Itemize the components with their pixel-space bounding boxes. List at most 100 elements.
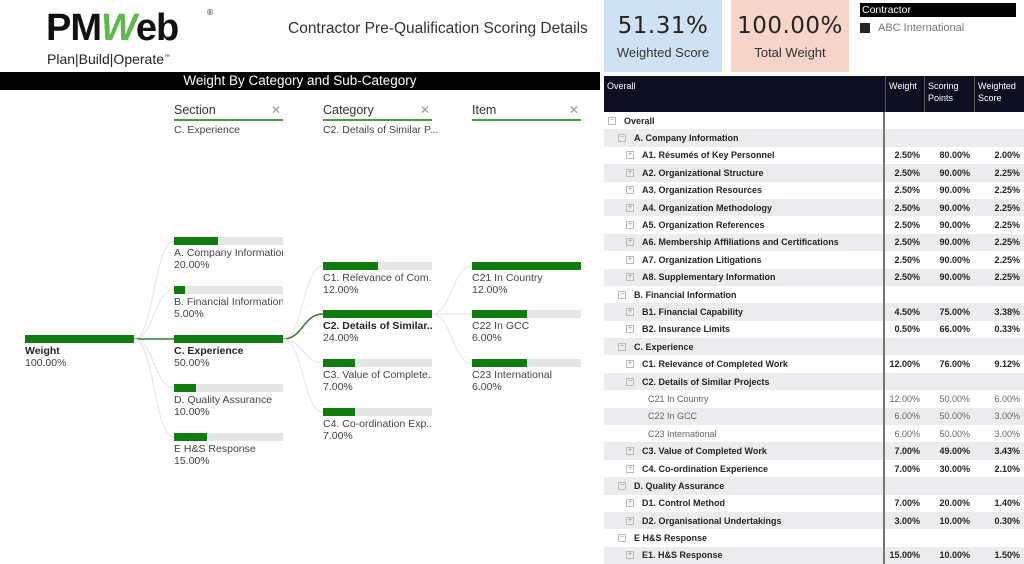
table-row[interactable]: + A7. Organization Litigations 2.50% 90.00%…	[604, 251, 1024, 269]
expand-icon[interactable]: +	[626, 464, 634, 473]
tree-node[interactable]: A. Company Information 20.00%	[174, 237, 283, 271]
scoring-points-cell: 90.00%	[939, 167, 970, 178]
col-header-weight[interactable]: Weight	[885, 76, 924, 112]
table-row[interactable]: + A2. Organizational Structure 2.50% 90.00%…	[604, 164, 1024, 182]
weighted-score-cell: 0.33%	[994, 324, 1020, 335]
tree-node[interactable]: C23 International 6.00%	[472, 359, 581, 393]
table-row[interactable]: + A5. Organization References 2.50% 90.00% 2…	[604, 216, 1024, 234]
expand-icon[interactable]: +	[626, 203, 634, 212]
tree-node-bar	[174, 286, 283, 294]
weighted-score-cell: 3.00%	[994, 411, 1020, 422]
table-row[interactable]: − A. Company Information	[604, 129, 1024, 147]
collapse-icon[interactable]: −	[618, 134, 626, 143]
collapse-icon[interactable]: −	[618, 534, 626, 543]
tree-node-bar	[25, 335, 134, 343]
close-icon[interactable]: ✕	[569, 103, 579, 117]
connector	[133, 289, 175, 340]
table-row[interactable]: + B1. Financial Capability 4.50% 75.00% 3.38…	[604, 303, 1024, 321]
tree-node-label: D. Quality Assurance	[174, 394, 273, 406]
tree-node[interactable]: C1. Relevance of Com... 12.00%	[323, 262, 432, 296]
row-label-cell: + A4. Organization Methodology	[604, 198, 885, 217]
table-row[interactable]: + A8. Supplementary Information 2.50% 90.00…	[604, 268, 1024, 286]
table-row[interactable]: − C. Experience	[604, 338, 1024, 356]
table-row[interactable]: − C2. Details of Similar Projects	[604, 372, 1024, 391]
tree-node[interactable]: B. Financial Information 5.00%	[174, 286, 283, 320]
close-icon[interactable]: ✕	[271, 103, 281, 117]
tree-node[interactable]: E H&S Response 15.00%	[174, 433, 283, 467]
expand-icon[interactable]: +	[626, 168, 634, 177]
tree-node[interactable]: Weight 100.00%	[25, 335, 134, 369]
col-header-scoring-points[interactable]: Scoring Points	[924, 76, 974, 112]
expand-icon[interactable]: +	[626, 325, 634, 334]
table-row[interactable]: + B2. Insurance Limits 0.50% 66.00% 0.33%	[604, 320, 1024, 339]
table-row[interactable]: − Overall	[604, 112, 1024, 130]
weighted-score-cell: 1.40%	[994, 498, 1020, 509]
weight-cell: 6.00%	[894, 428, 920, 439]
tree-node[interactable]: C3. Value of Complete... 7.00%	[323, 359, 432, 393]
tree-node[interactable]: C2. Details of Similar... 24.00%	[323, 310, 432, 344]
tree-node-value: 20.00%	[174, 259, 210, 271]
table-row[interactable]: + A1. Résumés of Key Personnel 2.50% 80.00%…	[604, 146, 1024, 165]
table-row[interactable]: + A6. Membership Affiliations and Certifi…	[604, 233, 1024, 252]
expand-icon[interactable]: +	[626, 360, 634, 369]
tree-node[interactable]: C. Experience 50.00%	[174, 335, 283, 369]
collapse-icon[interactable]: −	[618, 290, 626, 299]
weight-cell: 2.50%	[894, 202, 920, 213]
table-row[interactable]: + D1. Control Method 7.00% 20.00% 1.40%	[604, 494, 1024, 512]
weight-cell: 2.50%	[894, 220, 920, 231]
expand-icon[interactable]: +	[626, 221, 634, 230]
expand-icon[interactable]: +	[626, 273, 634, 282]
row-label: C1. Relevance of Completed Work	[642, 359, 788, 370]
table-row[interactable]: − B. Financial Information	[604, 285, 1024, 304]
table-row[interactable]: + C1. Relevance of Completed Work 12.00% 76…	[604, 355, 1024, 373]
slicer-item-abc-international[interactable]: ABC International	[860, 22, 1016, 34]
collapse-icon[interactable]: −	[608, 116, 616, 125]
row-label: A3. Organization Resources	[642, 185, 763, 196]
col-header-overall[interactable]: Overall	[604, 76, 885, 112]
expand-icon[interactable]: +	[626, 447, 634, 456]
tree-node-bar	[323, 310, 432, 318]
table-row[interactable]: + A4. Organization Methodology 2.50% 90.00%…	[604, 198, 1024, 217]
table-row[interactable]: + E1. H&S Response 15.00% 10.00% 1.50%	[604, 546, 1024, 564]
level-header-item[interactable]: Item ✕	[472, 103, 581, 121]
table-row[interactable]: C21 In Country 12.00% 50.00% 6.00%	[604, 390, 1024, 408]
tree-node[interactable]: C22 In GCC 6.00%	[472, 310, 581, 344]
tree-node-value: 10.00%	[174, 406, 210, 418]
table-row[interactable]: + A3. Organization Resources 2.50% 90.00% 2.…	[604, 181, 1024, 199]
tree-node-bar-fill	[174, 433, 207, 441]
table-row[interactable]: + C4. Co-ordination Experience 7.00% 30.00%…	[604, 459, 1024, 478]
level-header-category[interactable]: Category ✕	[323, 103, 432, 121]
col-header-weighted-score[interactable]: Weighted Score	[974, 76, 1024, 112]
table-row[interactable]: + C3. Value of Completed Work 7.00% 49.00% 3…	[604, 442, 1024, 460]
tree-node-value: 6.00%	[472, 381, 502, 393]
collapse-icon[interactable]: −	[618, 481, 626, 490]
expand-icon[interactable]: +	[626, 255, 634, 264]
table-row[interactable]: − D. Quality Assurance	[604, 477, 1024, 495]
table-row[interactable]: + D2. Organisational Undertakings 3.00% 10.…	[604, 511, 1024, 530]
row-label-cell: + C4. Co-ordination Experience	[604, 459, 885, 478]
expand-icon[interactable]: +	[626, 238, 634, 247]
tree-title-banner: Weight By Category and Sub-Category	[0, 72, 600, 90]
table-row[interactable]: C22 In GCC 6.00% 50.00% 3.00%	[604, 407, 1024, 426]
expand-icon[interactable]: +	[626, 516, 634, 525]
expand-icon[interactable]: +	[626, 499, 634, 508]
table-row[interactable]: − E H&S Response	[604, 529, 1024, 547]
expand-icon[interactable]: +	[626, 307, 634, 316]
tree-node-label: E H&S Response	[174, 443, 256, 455]
tree-node-label: C22 In GCC	[472, 320, 530, 332]
expand-icon[interactable]: +	[626, 186, 634, 195]
scoring-points-cell: 90.00%	[939, 185, 970, 196]
expand-icon[interactable]: +	[626, 151, 634, 160]
expand-icon[interactable]: +	[626, 551, 634, 560]
level-header-section[interactable]: Section ✕	[174, 103, 283, 121]
collapse-icon[interactable]: −	[626, 377, 634, 386]
tree-node[interactable]: C4. Co-ordination Exp... 7.00%	[323, 408, 432, 442]
checkbox-icon[interactable]	[860, 23, 870, 33]
tree-node[interactable]: D. Quality Assurance 10.00%	[174, 384, 283, 418]
table-row[interactable]: C23 International 6.00% 50.00% 3.00%	[604, 425, 1024, 443]
row-label: A5. Organization References	[642, 220, 765, 231]
tree-node[interactable]: C21 In Country 12.00%	[472, 262, 581, 296]
close-icon[interactable]: ✕	[420, 103, 430, 117]
collapse-icon[interactable]: −	[618, 342, 626, 351]
row-label-cell: C22 In GCC	[604, 407, 885, 426]
